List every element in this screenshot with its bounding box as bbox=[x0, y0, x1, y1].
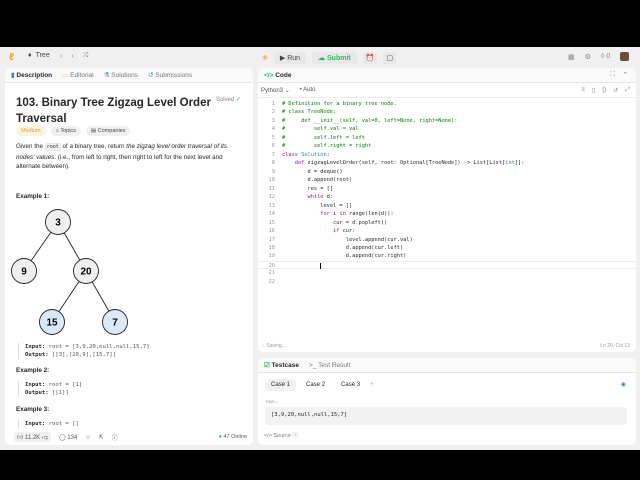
check-icon: ✓ bbox=[235, 97, 241, 103]
source-button[interactable]: </> Source ⓘ bbox=[264, 431, 298, 439]
case-2-tab[interactable]: Case 2 bbox=[300, 379, 331, 391]
prev-icon[interactable]: ‹ bbox=[60, 53, 62, 60]
code-tab[interactable]: </> Code bbox=[264, 72, 291, 79]
code-line[interactable]: 17 level.append(cur.val) bbox=[258, 236, 636, 244]
list-icon: ♦ bbox=[28, 52, 32, 59]
streak-counter[interactable]: ◊ 0 bbox=[601, 53, 610, 60]
code-header: </> Code ⛶ ⌃ bbox=[258, 68, 636, 83]
code-line[interactable]: 11 res = [] bbox=[258, 185, 636, 193]
save-status: ⌂ Saving... bbox=[262, 343, 286, 349]
example-3-title: Example 3: bbox=[16, 406, 50, 413]
maximize-icon[interactable]: ⛶ bbox=[610, 71, 615, 79]
code-line[interactable]: 4 # self.val = val bbox=[258, 125, 636, 133]
dislike-icon: 👎︎ bbox=[41, 435, 48, 441]
code-line[interactable]: 21 bbox=[258, 269, 636, 277]
code-line[interactable]: 9 d = deque() bbox=[258, 168, 636, 176]
collapse-icon[interactable]: ⌃ bbox=[622, 71, 628, 79]
case-1-tab[interactable]: Case 1 bbox=[265, 379, 297, 391]
testcase-panel: ☑ Testcase >_ Test Result Case 1 Case 2 … bbox=[258, 358, 636, 445]
logo-icon[interactable]: ℓ bbox=[9, 52, 14, 63]
submit-button[interactable]: ☁ Submit bbox=[312, 52, 357, 64]
timer-icon[interactable]: ⏰ bbox=[362, 52, 378, 64]
code-line[interactable]: 14 for i in range(len(d)): bbox=[258, 210, 636, 218]
expand-icon[interactable]: ⤢ bbox=[625, 87, 630, 94]
shuffle-icon[interactable]: ⤮ bbox=[83, 52, 89, 60]
add-case-button[interactable]: + bbox=[370, 382, 374, 388]
share-icon[interactable]: ⇱ bbox=[99, 434, 104, 441]
code-line[interactable]: 15 cur = d.popleft() bbox=[258, 219, 636, 227]
example-2-title: Example 2: bbox=[16, 367, 50, 374]
problem-list-button[interactable]: ♦ Tree bbox=[28, 52, 50, 59]
help-icon[interactable]: ⓘ bbox=[112, 433, 118, 442]
format-icon[interactable]: ≡ bbox=[581, 87, 585, 94]
example-1-block: Input: root = [3,9,20,null,null,15,7] Ou… bbox=[18, 343, 150, 360]
star-icon[interactable]: ☆ bbox=[85, 434, 90, 441]
avatar[interactable] bbox=[620, 52, 630, 61]
code-line[interactable]: 19 d.append(cur.right) bbox=[258, 252, 636, 260]
language-select[interactable]: Python3 ⌄ bbox=[261, 87, 290, 94]
code-line[interactable]: 16 if cur: bbox=[258, 227, 636, 235]
tab-test-result[interactable]: >_ Test Result bbox=[309, 362, 350, 369]
code-line[interactable]: 3 # def __init__(self, val=0, left=None, … bbox=[258, 117, 636, 125]
online-count: ● 47 Online bbox=[218, 434, 247, 440]
code-line[interactable]: 2 # class TreeNode: bbox=[258, 108, 636, 116]
tree-node-label: 7 bbox=[112, 318, 118, 329]
code-line[interactable]: 18 d.append(cur.left) bbox=[258, 244, 636, 252]
tab-submissions[interactable]: ↺ Submissions bbox=[148, 71, 192, 79]
companies-button[interactable]: ▤ Companies bbox=[85, 126, 131, 136]
braces-icon[interactable]: {} bbox=[602, 87, 606, 94]
tree-node-label: 15 bbox=[46, 318, 58, 329]
description-tabs: ▮ Description ▭ Editorial ⚗ Solutions ↺ … bbox=[5, 68, 253, 83]
topics-button[interactable]: ⌂ Topics bbox=[50, 126, 81, 136]
top-nav: ℓ ♦ Tree ‹ › ⤮ ✺ ▶ Run ☁ Submit ⏰ ▢ ▦ ⚙ ◊ 0 bbox=[0, 47, 640, 68]
testcase-input[interactable]: [3,9,20,null,null,15,7] bbox=[265, 407, 627, 425]
reset-icon[interactable]: ↺ bbox=[613, 87, 618, 94]
auto-mode[interactable]: • Auto bbox=[300, 87, 316, 93]
tab-testcase[interactable]: ☑ Testcase bbox=[264, 361, 299, 369]
description-footer: 👍︎ 11.2K 👎︎ ◯ 134 ☆ ⇱ ⓘ ● 47 Online bbox=[5, 429, 253, 445]
difficulty-badge[interactable]: Medium bbox=[16, 126, 46, 136]
leetcode-app: ℓ ♦ Tree ‹ › ⤮ ✺ ▶ Run ☁ Submit ⏰ ▢ ▦ ⚙ ◊ 0… bbox=[0, 47, 640, 450]
code-line[interactable]: 6 # self.right = right bbox=[258, 142, 636, 150]
code-line[interactable]: 1 # Definition for a binary tree node. bbox=[258, 100, 636, 108]
next-icon[interactable]: › bbox=[71, 53, 73, 60]
code-line[interactable]: 20 bbox=[258, 260, 636, 270]
param-label: root = bbox=[266, 399, 278, 404]
code-line[interactable]: 8 def zigzagLevelOrder(self, root: Optio… bbox=[258, 159, 636, 167]
code-editor[interactable]: 1 # Definition for a binary tree node. 2 # … bbox=[258, 100, 636, 286]
debug-icon[interactable]: ✺ bbox=[262, 54, 268, 62]
bookmark-icon[interactable]: ▯ bbox=[592, 87, 595, 94]
code-line[interactable]: 22 bbox=[258, 278, 636, 286]
solved-badge: Solved ✓ bbox=[215, 97, 241, 103]
tree-diagram: 3 9 20 15 7 bbox=[11, 209, 128, 335]
code-line[interactable]: 10 d.append(root) bbox=[258, 176, 636, 184]
run-button[interactable]: ▶ Run bbox=[273, 52, 307, 64]
eye-icon[interactable]: ◉ bbox=[621, 381, 626, 388]
tab-solutions[interactable]: ⚗ Solutions bbox=[104, 71, 138, 79]
code-line[interactable]: 12 while d: bbox=[258, 193, 636, 201]
code-line[interactable]: 7 class Solution: bbox=[258, 151, 636, 159]
settings-icon[interactable]: ⚙ bbox=[585, 53, 591, 61]
example-2-block: Input: root = [1] Output: [[1]] bbox=[18, 381, 82, 398]
case-3-tab[interactable]: Case 3 bbox=[335, 379, 366, 391]
problem-title: 103. Binary Tree Zigzag Level Order Trav… bbox=[16, 97, 211, 125]
description-panel: ▮ Description ▭ Editorial ⚗ Solutions ↺ … bbox=[5, 68, 253, 445]
notes-icon[interactable]: ▢ bbox=[383, 52, 397, 64]
tab-description[interactable]: ▮ Description bbox=[11, 71, 52, 79]
code-line[interactable]: 13 level = [] bbox=[258, 202, 636, 210]
like-button[interactable]: 👍︎ 11.2K 👎︎ bbox=[14, 432, 51, 442]
code-line[interactable]: 5 # self.left = left bbox=[258, 134, 636, 142]
tree-node-label: 20 bbox=[80, 267, 92, 278]
tree-node-label: 9 bbox=[21, 267, 27, 278]
example-3-block: Input: root = [] bbox=[18, 420, 79, 429]
layout-icon[interactable]: ▦ bbox=[568, 53, 575, 61]
code-panel: </> Code ⛶ ⌃ Python3 ⌄ • Auto ≡ ▯ {} ↺ ⤢ 1 # D… bbox=[258, 68, 636, 352]
cursor-position: Ln 20, Col 13 bbox=[600, 343, 630, 349]
tree-node-label: 3 bbox=[55, 218, 61, 229]
problem-description: Given the root of a binary tree, return … bbox=[16, 143, 227, 170]
comments-button[interactable]: ◯ 134 bbox=[59, 434, 77, 441]
tab-editorial[interactable]: ▭ Editorial bbox=[62, 71, 93, 79]
